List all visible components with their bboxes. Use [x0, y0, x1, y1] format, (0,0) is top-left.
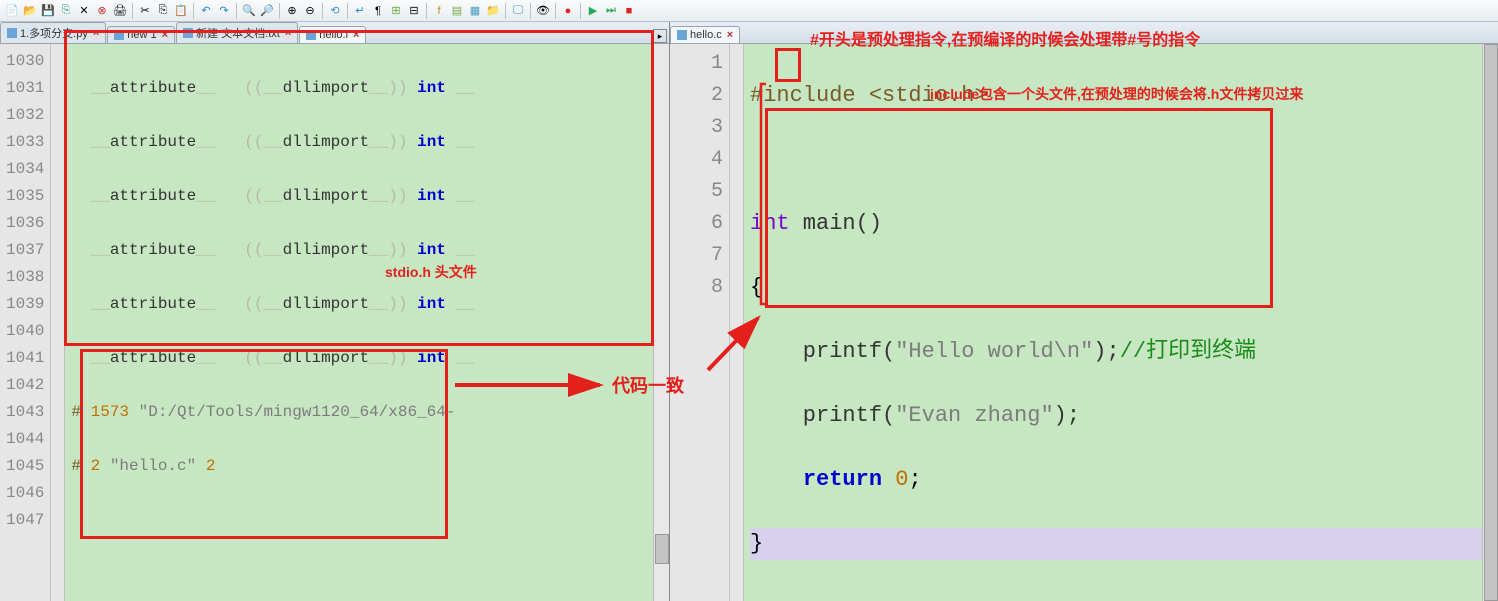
- fold-column[interactable]: [730, 44, 744, 601]
- annot-text-include: include包含一个头文件,在预处理的时候会将.h文件拷贝过来: [930, 84, 1303, 104]
- copy-icon[interactable]: ⎘: [155, 3, 171, 19]
- left-pane: 1.多项分支.py× new 1× 新建 文本文档.txt× hello.i× …: [0, 22, 670, 601]
- tab-label: hello.i: [319, 29, 348, 41]
- sync-icon[interactable]: ⟲: [327, 3, 343, 19]
- eye-icon[interactable]: 👁: [535, 3, 551, 19]
- main-toolbar: 📄 📂 💾 ⎘ ✕ ⊗ 🖨 ✂ ⎘ 📋 ↶ ↷ 🔍 🔎 ⊕ ⊖ ⟲ ↵ ¶ ⊞ …: [0, 0, 1498, 22]
- save-icon[interactable]: 💾: [40, 3, 56, 19]
- tab-python[interactable]: 1.多项分支.py ×: [0, 22, 106, 43]
- annot-text-top: #开头是预处理指令,在预编译的时候会处理带#号的指令: [810, 26, 1200, 50]
- right-editor[interactable]: 12345678 #include <stdio.h> int main() {…: [670, 44, 1498, 601]
- tab-close-icon[interactable]: ×: [727, 29, 733, 41]
- hidden-icon[interactable]: ¶: [370, 3, 386, 19]
- tab-overflow-icon[interactable]: ▸: [653, 29, 667, 43]
- left-scrollbar[interactable]: [653, 44, 669, 601]
- saveall-icon[interactable]: ⎘: [58, 3, 74, 19]
- tab-label: 新建 文本文档.txt: [196, 25, 280, 41]
- zoomin-icon[interactable]: ⊕: [284, 3, 300, 19]
- tab-hello-c[interactable]: hello.c ×: [670, 26, 740, 43]
- undo-icon[interactable]: ↶: [198, 3, 214, 19]
- left-editor[interactable]: 1030103110321033103410351036103710381039…: [0, 44, 669, 601]
- right-gutter: 12345678: [670, 44, 730, 601]
- tab-label: new 1: [127, 29, 156, 41]
- fold-column[interactable]: [51, 44, 65, 601]
- left-code[interactable]: __attribute__ ((__dllimport__)) int __ _…: [65, 44, 669, 601]
- tab-label: 1.多项分支.py: [20, 25, 88, 41]
- replace-icon[interactable]: 🔎: [259, 3, 275, 19]
- tab-txt[interactable]: 新建 文本文档.txt ×: [176, 22, 298, 43]
- tab-close-icon[interactable]: ×: [93, 27, 99, 39]
- folder-icon[interactable]: 📁: [485, 3, 501, 19]
- annot-text-stdio: stdio.h 头文件: [385, 262, 477, 282]
- paste-icon[interactable]: 📋: [173, 3, 189, 19]
- tab-hello-i[interactable]: hello.i ×: [299, 26, 366, 43]
- left-tabbar: 1.多项分支.py× new 1× 新建 文本文档.txt× hello.i× …: [0, 22, 669, 44]
- tab-label: hello.c: [690, 29, 722, 41]
- doc-list-icon[interactable]: ▦: [467, 3, 483, 19]
- doc-map-icon[interactable]: ▤: [449, 3, 465, 19]
- tab-close-icon[interactable]: ×: [285, 27, 291, 39]
- ff-icon[interactable]: ⏭: [603, 3, 619, 19]
- record-icon[interactable]: ●: [560, 3, 576, 19]
- right-code[interactable]: #include <stdio.h> int main() { printf("…: [744, 44, 1498, 601]
- wrap-icon[interactable]: ↵: [352, 3, 368, 19]
- tab-new1[interactable]: new 1 ×: [107, 26, 175, 43]
- redo-icon[interactable]: ↷: [216, 3, 232, 19]
- zoomout-icon[interactable]: ⊖: [302, 3, 318, 19]
- indent-guide-icon[interactable]: ⊞: [388, 3, 404, 19]
- find-icon[interactable]: 🔍: [241, 3, 257, 19]
- fold-icon[interactable]: ⊟: [406, 3, 422, 19]
- monitor-icon[interactable]: 🖵: [510, 3, 526, 19]
- open-icon[interactable]: 📂: [22, 3, 38, 19]
- tab-close-icon[interactable]: ×: [162, 29, 168, 41]
- func-list-icon[interactable]: f: [431, 3, 447, 19]
- closeall-icon[interactable]: ⊗: [94, 3, 110, 19]
- new-icon[interactable]: 📄: [4, 3, 20, 19]
- left-gutter: 1030103110321033103410351036103710381039…: [0, 44, 51, 601]
- close-icon[interactable]: ✕: [76, 3, 92, 19]
- tab-close-icon[interactable]: ×: [353, 29, 359, 41]
- cut-icon[interactable]: ✂: [137, 3, 153, 19]
- right-pane: hello.c × 12345678 #include <stdio.h> int…: [670, 22, 1498, 601]
- right-scrollbar[interactable]: [1482, 44, 1498, 601]
- print-icon[interactable]: 🖨: [112, 3, 128, 19]
- play-icon[interactable]: ▶: [585, 3, 601, 19]
- annot-text-same: 代码一致: [612, 372, 684, 398]
- stop-icon[interactable]: ■: [621, 3, 637, 19]
